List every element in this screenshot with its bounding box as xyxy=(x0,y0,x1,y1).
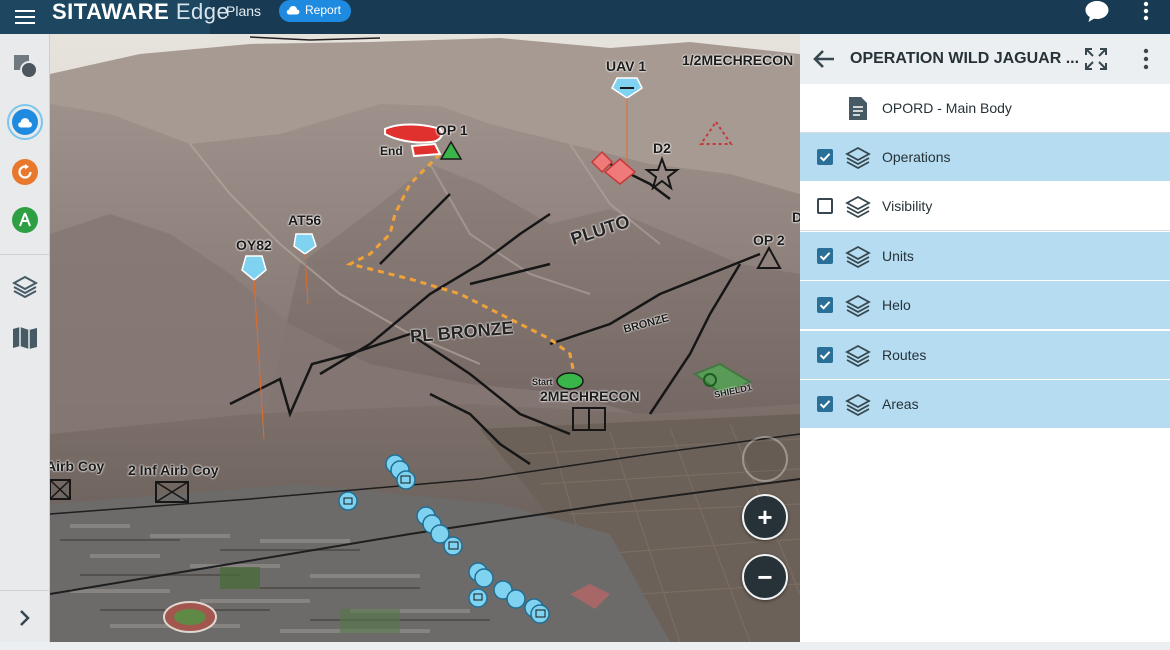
layer-item-areas[interactable]: Areas xyxy=(800,380,1170,429)
label-airb-coy: Airb Coy xyxy=(50,458,105,474)
label-op1: OP 1 xyxy=(436,122,468,138)
layers-icon xyxy=(845,146,871,170)
arrow-back-icon[interactable] xyxy=(812,46,838,72)
map-icon xyxy=(13,327,37,349)
zoom-in-button[interactable]: + xyxy=(742,494,788,540)
brand-light: Edge xyxy=(169,0,230,24)
cloud-icon xyxy=(286,6,300,15)
report-button[interactable]: Report xyxy=(279,0,352,22)
shapes-icon xyxy=(14,55,38,79)
rail-divider xyxy=(0,254,50,255)
label-d2: D2 xyxy=(653,140,671,156)
app-root: SITAWARE Edge Plans Report 1/2MECHRECON … xyxy=(0,0,1170,650)
layer-label: Operations xyxy=(882,149,951,165)
layer-item-units[interactable]: Units xyxy=(800,231,1170,281)
label-op2: OP 2 xyxy=(753,232,785,248)
fullscreen-icon[interactable] xyxy=(1084,47,1108,71)
label-2mechrecon: 2MECHRECON xyxy=(540,388,640,404)
layer-label: Helo xyxy=(882,297,911,314)
label-oy82: OY82 xyxy=(236,237,272,253)
layers-icon xyxy=(845,196,871,219)
layers-icon xyxy=(845,393,871,417)
label-start: Start xyxy=(532,377,553,387)
layer-label: Units xyxy=(882,247,914,264)
report-label: Report xyxy=(305,3,342,17)
label-end: End xyxy=(380,144,403,158)
expand-rail-button[interactable] xyxy=(5,598,45,638)
layer-label: Visibility xyxy=(882,198,933,215)
compass-control[interactable] xyxy=(742,436,788,482)
layer-checkbox[interactable] xyxy=(817,297,833,314)
map-tool-button[interactable] xyxy=(5,318,45,358)
chevron-right-icon xyxy=(20,610,30,626)
cloud-sync-button[interactable] xyxy=(5,102,45,142)
layer-item-helo[interactable]: Helo xyxy=(800,281,1170,331)
shapes-tool-button[interactable] xyxy=(5,46,45,86)
label-d-edge: D xyxy=(792,209,800,225)
layers-panel: OPERATION WILD JAGUAR ... OPORD - Main B… xyxy=(800,34,1170,642)
more-vert-icon[interactable] xyxy=(1138,47,1154,71)
cloud-icon xyxy=(12,109,38,135)
layers-icon xyxy=(845,295,871,318)
layers-tool-button[interactable] xyxy=(5,267,45,307)
cloud-sync-ring xyxy=(7,104,43,140)
navigation-button[interactable] xyxy=(5,200,45,240)
label-2-inf-airb-coy: 2 Inf Airb Coy xyxy=(128,462,219,478)
label-half-mechrecon: 1/2MECHRECON xyxy=(682,52,794,68)
top-bar: SITAWARE Edge Plans Report xyxy=(0,0,1170,34)
operation-title: OPERATION WILD JAGUAR ... xyxy=(850,50,1080,67)
refresh-button[interactable] xyxy=(5,152,45,192)
menu-icon xyxy=(15,10,35,24)
chat-bubble-icon[interactable] xyxy=(1084,0,1110,24)
layer-checkbox[interactable] xyxy=(817,346,833,363)
layer-item-operations[interactable]: Operations xyxy=(800,133,1170,182)
layer-item-routes[interactable]: Routes xyxy=(800,330,1170,380)
layer-checkbox[interactable] xyxy=(817,247,833,264)
layers-icon xyxy=(845,344,871,367)
compass-pen-icon xyxy=(12,207,38,233)
opord-label: OPORD - Main Body xyxy=(882,100,1012,116)
layer-label: Areas xyxy=(882,396,919,412)
brand-bold: SITAWARE xyxy=(52,0,170,24)
layer-label: Routes xyxy=(882,346,927,363)
layer-checkbox[interactable] xyxy=(817,198,833,215)
zoom-out-button[interactable]: − xyxy=(742,554,788,600)
label-at56: AT56 xyxy=(288,212,322,228)
opord-item[interactable]: OPORD - Main Body xyxy=(800,84,1170,133)
label-uav1: UAV 1 xyxy=(606,58,647,74)
nav-plans-link[interactable]: Plans xyxy=(226,0,261,24)
more-vert-icon[interactable] xyxy=(1138,0,1154,24)
menu-button[interactable] xyxy=(0,0,50,34)
refresh-icon xyxy=(12,159,38,185)
layers-icon xyxy=(845,245,871,268)
left-tool-rail xyxy=(0,34,50,642)
document-icon xyxy=(849,97,867,120)
layer-item-visibility[interactable]: Visibility xyxy=(800,182,1170,232)
rail-divider-bottom xyxy=(0,590,50,591)
layer-checkbox[interactable] xyxy=(817,396,833,412)
layers-icon xyxy=(12,275,38,299)
layer-checkbox[interactable] xyxy=(817,149,833,165)
panel-header: OPERATION WILD JAGUAR ... xyxy=(800,34,1170,84)
app-brand: SITAWARE Edge xyxy=(52,0,229,34)
bottom-strip xyxy=(0,642,1170,650)
map-view[interactable]: 1/2MECHRECON UAV 1 OP 1 End D2 AT56 OY82… xyxy=(50,34,800,642)
